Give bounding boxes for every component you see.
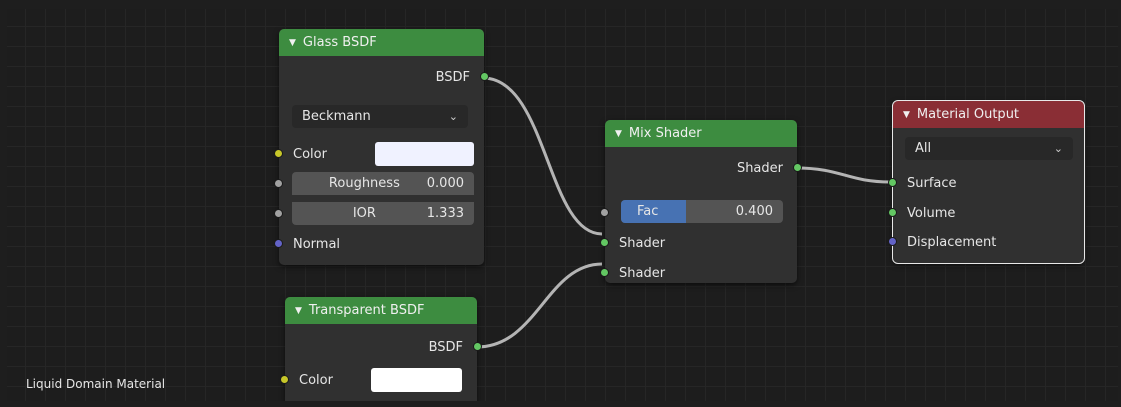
color-label: Color — [299, 372, 333, 388]
volume-input-socket[interactable] — [888, 208, 897, 217]
shader2-label: Shader — [619, 265, 666, 281]
displacement-row: Displacement — [888, 230, 1084, 254]
collapse-triangle-icon[interactable]: ▼ — [903, 110, 910, 120]
roughness-input-socket[interactable] — [274, 179, 283, 188]
collapse-triangle-icon[interactable]: ▼ — [289, 38, 296, 48]
shader1-row: Shader — [600, 231, 797, 255]
target-dropdown[interactable]: All ⌄ — [905, 137, 1073, 160]
bsdf-output-socket[interactable] — [480, 72, 489, 81]
roughness-field[interactable]: Roughness 0.000 — [292, 172, 474, 195]
ior-label: IOR — [352, 206, 376, 221]
node-title: Glass BSDF — [302, 35, 377, 50]
color-input-socket[interactable] — [274, 149, 283, 158]
normal-input-socket[interactable] — [274, 239, 283, 248]
volume-label: Volume — [907, 205, 956, 221]
fac-input-socket[interactable] — [600, 208, 609, 217]
output-label: BSDF — [428, 339, 463, 355]
fac-label: Fac — [637, 204, 659, 219]
color-row: Color — [280, 368, 477, 392]
glass-output-row: BSDF — [279, 65, 489, 89]
glass-bsdf-header[interactable]: ▼ Glass BSDF — [279, 29, 484, 56]
bsdf-output-socket[interactable] — [473, 342, 482, 351]
roughness-value: 0.000 — [426, 176, 464, 191]
material-name-caption: Liquid Domain Material — [26, 377, 166, 391]
fac-value: 0.400 — [735, 204, 773, 219]
mix-shader-header[interactable]: ▼ Mix Shader — [605, 120, 797, 147]
shader1-label: Shader — [619, 235, 666, 251]
link-transparent-to-mix-shader2[interactable] — [476, 262, 603, 349]
shader2-row: Shader — [600, 261, 797, 285]
transparent-bsdf-node[interactable]: ▼ Transparent BSDF BSDF Color — [280, 297, 482, 401]
displacement-input-socket[interactable] — [888, 237, 897, 246]
ior-field[interactable]: IOR 1.333 — [292, 202, 474, 225]
color-row: Color — [274, 142, 484, 166]
mix-output-row: Shader — [605, 156, 802, 180]
node-editor-canvas[interactable]: ▼ Glass BSDF BSDF Beckmann ⌄ Color Rough… — [7, 9, 1118, 401]
fac-slider[interactable]: Fac 0.400 — [621, 200, 783, 223]
color-swatch[interactable] — [371, 368, 462, 392]
ior-input-socket[interactable] — [274, 209, 283, 218]
link-mix-to-output-surface[interactable] — [795, 166, 892, 184]
node-title: Mix Shader — [628, 126, 702, 141]
glass-bsdf-node[interactable]: ▼ Glass BSDF BSDF Beckmann ⌄ Color Rough… — [274, 29, 489, 265]
shader2-input-socket[interactable] — [600, 268, 609, 277]
transparent-bsdf-header[interactable]: ▼ Transparent BSDF — [285, 297, 477, 324]
link-glass-to-mix-shader1[interactable] — [482, 76, 603, 236]
material-output-node[interactable]: ▼ Material Output All ⌄ Surface Volume D… — [888, 100, 1085, 264]
dropdown-value: Beckmann — [302, 109, 371, 124]
normal-label: Normal — [293, 236, 341, 252]
color-input-socket[interactable] — [280, 375, 289, 384]
node-title: Transparent BSDF — [308, 303, 425, 318]
chevron-down-icon: ⌄ — [1053, 142, 1063, 155]
shader1-input-socket[interactable] — [600, 238, 609, 247]
collapse-triangle-icon[interactable]: ▼ — [295, 306, 302, 316]
material-output-header[interactable]: ▼ Material Output — [893, 101, 1084, 128]
distribution-dropdown[interactable]: Beckmann ⌄ — [292, 105, 468, 128]
output-label: Shader — [736, 160, 783, 176]
surface-row: Surface — [888, 171, 1084, 195]
chevron-down-icon: ⌄ — [448, 110, 458, 123]
shader-output-socket[interactable] — [793, 163, 802, 172]
color-label: Color — [293, 146, 327, 162]
volume-row: Volume — [888, 201, 1084, 225]
ior-value: 1.333 — [426, 206, 464, 221]
normal-row: Normal — [274, 232, 484, 256]
dropdown-value: All — [915, 141, 932, 156]
displacement-label: Displacement — [907, 234, 997, 250]
surface-input-socket[interactable] — [888, 178, 897, 187]
color-swatch[interactable] — [375, 142, 474, 166]
mix-shader-node[interactable]: ▼ Mix Shader Shader Fac 0.400 Shader Sha… — [600, 120, 802, 285]
surface-label: Surface — [907, 175, 957, 191]
transparent-output-row: BSDF — [285, 335, 482, 359]
collapse-triangle-icon[interactable]: ▼ — [615, 129, 622, 139]
output-label: BSDF — [435, 69, 470, 85]
node-title: Material Output — [916, 107, 1020, 122]
roughness-label: Roughness — [328, 176, 400, 191]
